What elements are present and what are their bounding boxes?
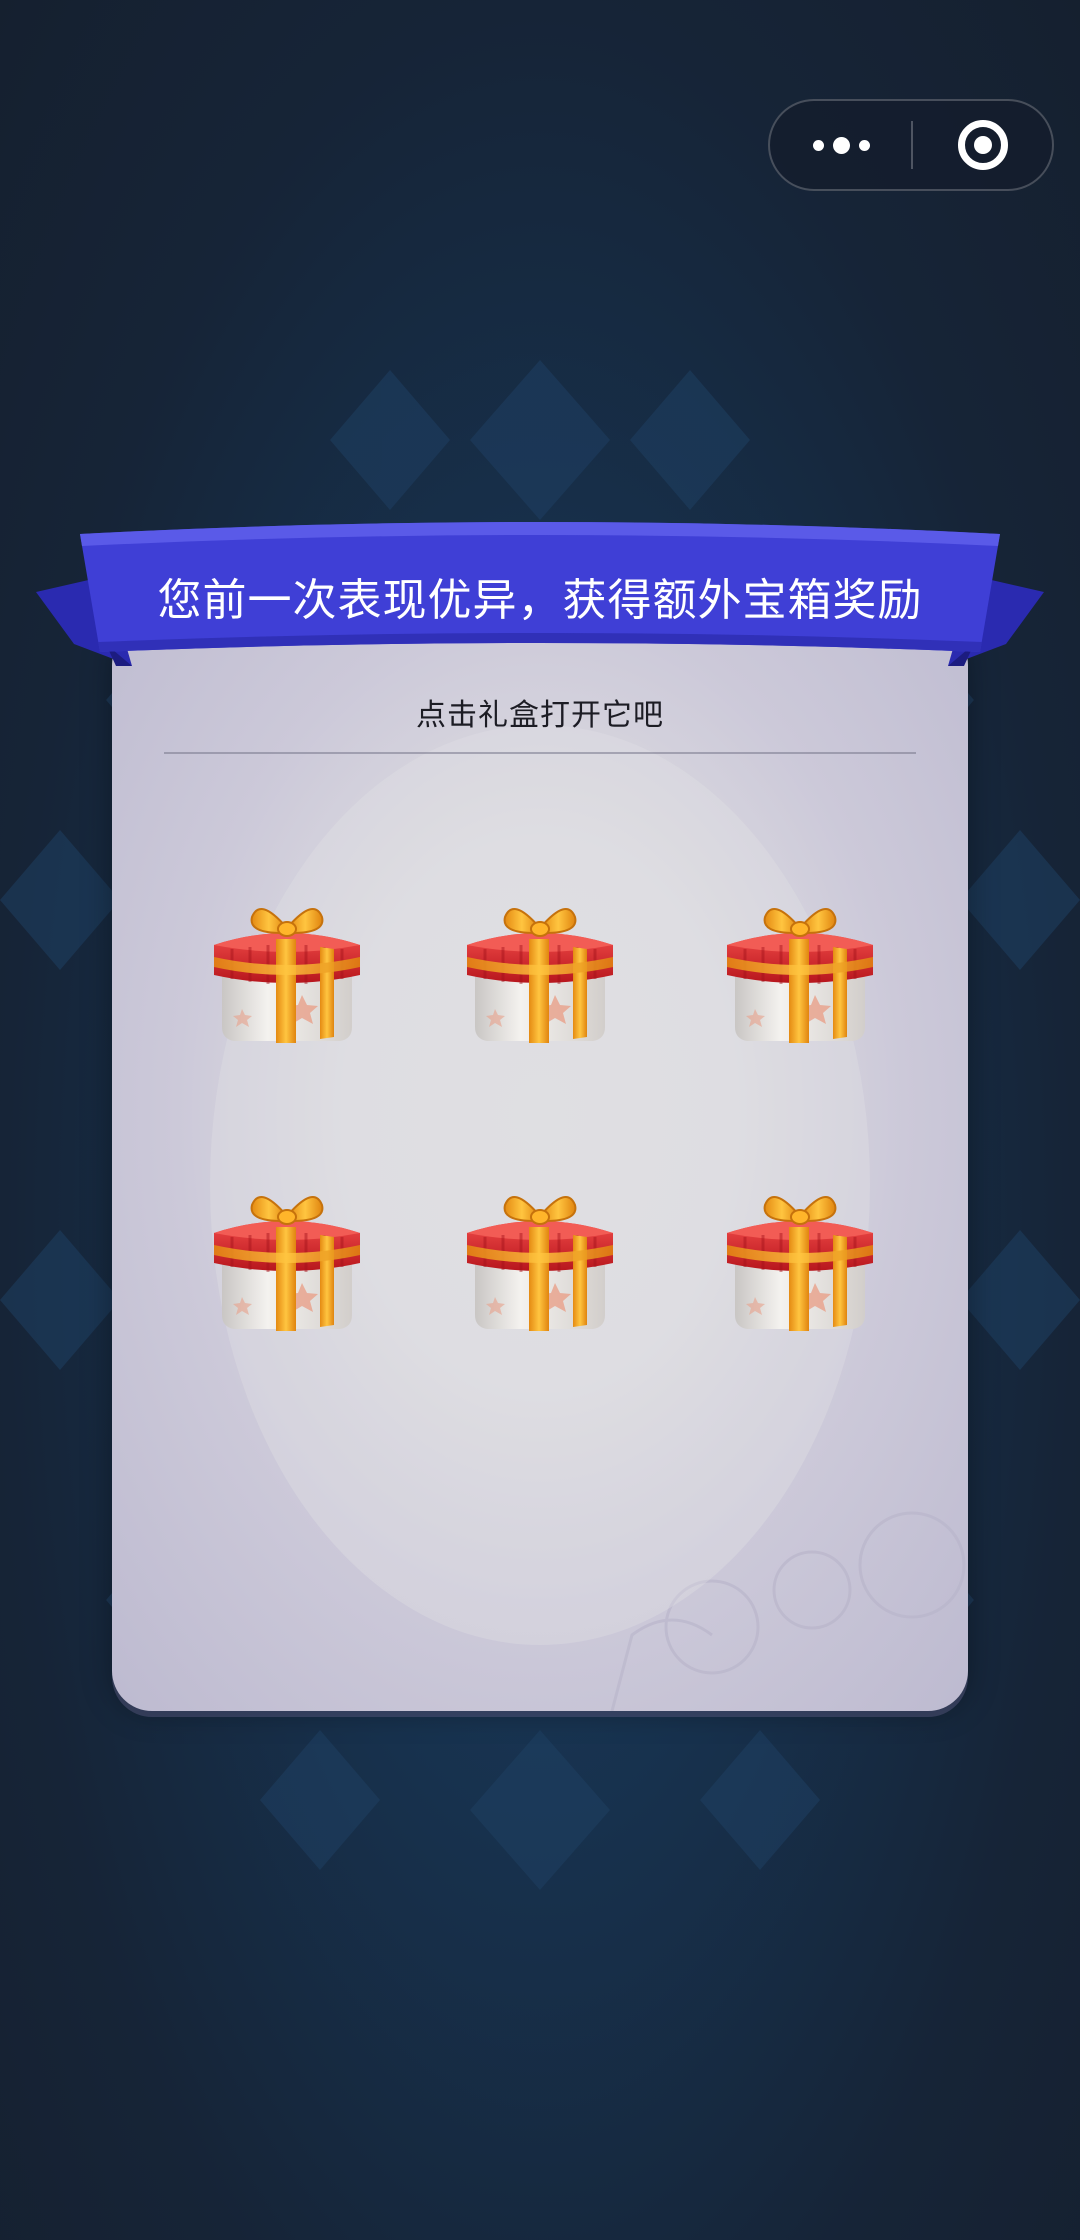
gift-box-4[interactable] bbox=[202, 1175, 372, 1345]
banner-title: 您前一次表现优异，获得额外宝箱奖励 bbox=[157, 575, 923, 626]
mini-program-capsule bbox=[768, 99, 1054, 191]
gift-reward-screen: 点击礼盒打开它吧 您前一次表现优异，获得额外宝箱奖励 bbox=[0, 0, 1080, 2240]
target-close-icon bbox=[958, 120, 1008, 170]
gift-box-1[interactable] bbox=[202, 887, 372, 1057]
card-instruction: 点击礼盒打开它吧 bbox=[416, 698, 664, 733]
gift-box-icon bbox=[715, 887, 885, 1057]
card-divider bbox=[164, 752, 916, 754]
gift-box-icon bbox=[715, 1175, 885, 1345]
card-decoration bbox=[210, 725, 966, 1711]
gift-box-icon bbox=[455, 887, 625, 1057]
reward-card: 点击礼盒打开它吧 bbox=[112, 625, 968, 1711]
gift-box-5[interactable] bbox=[455, 1175, 625, 1345]
gift-box-icon bbox=[202, 887, 372, 1057]
more-button[interactable] bbox=[770, 101, 912, 189]
more-dots-icon bbox=[812, 136, 870, 154]
close-button[interactable] bbox=[912, 101, 1054, 189]
gift-box-icon bbox=[455, 1175, 625, 1345]
gift-box-icon bbox=[202, 1175, 372, 1345]
gift-box-6[interactable] bbox=[715, 1175, 885, 1345]
gift-box-3[interactable] bbox=[715, 887, 885, 1057]
reward-banner: 您前一次表现优异，获得额外宝箱奖励 bbox=[36, 516, 1044, 676]
gift-box-2[interactable] bbox=[455, 887, 625, 1057]
